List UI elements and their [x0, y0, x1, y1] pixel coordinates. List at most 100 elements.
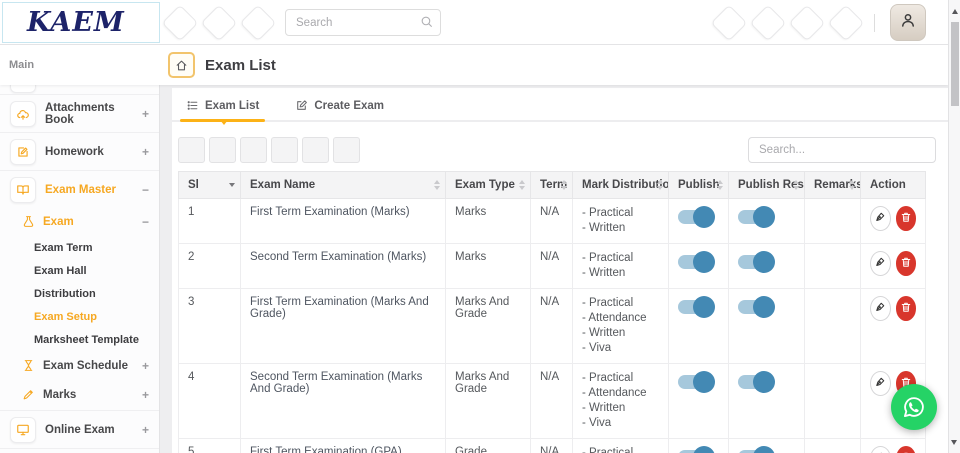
column-header-term[interactable]: Term — [531, 172, 573, 199]
cell-remarks — [805, 439, 861, 453]
cell-action — [861, 199, 926, 244]
sidebar-item-exam[interactable]: Exam− — [0, 207, 159, 236]
cell-mark-distribution: - Practical- Attendance- Written- Viva — [573, 364, 669, 439]
publish-result-toggle[interactable] — [738, 210, 771, 224]
delete-button[interactable] — [896, 446, 917, 453]
cell-term: N/A — [531, 439, 573, 453]
sidebar-item-exam-term[interactable]: Exam Term — [0, 236, 159, 259]
publish-result-toggle[interactable] — [738, 255, 771, 269]
delete-button[interactable] — [896, 296, 917, 321]
home-button[interactable] — [168, 52, 195, 78]
sidebar-item-label: Marksheet Template — [34, 334, 139, 346]
sidebar-item-exam-schedule[interactable]: Exam Schedule+ — [0, 351, 159, 380]
table-search-input[interactable] — [748, 137, 936, 163]
publish-result-toggle[interactable] — [738, 375, 771, 389]
column-header-exam-type[interactable]: Exam Type — [446, 172, 531, 199]
publish-toggle[interactable] — [678, 210, 711, 224]
cell-exam-name: Second Term Examination (Marks) — [241, 244, 446, 289]
mark-distribution-line: - Practical — [582, 206, 659, 221]
scrollbar-up-arrow[interactable] — [952, 6, 958, 14]
scrollbar-down-arrow[interactable] — [951, 440, 957, 448]
print-button[interactable] — [302, 137, 329, 163]
flag-icon-button[interactable] — [789, 4, 826, 41]
globe-icon-button[interactable] — [711, 4, 748, 41]
menu-icon-button[interactable] — [162, 4, 199, 41]
column-visibility-button[interactable] — [333, 137, 360, 163]
export-excel-button[interactable] — [209, 137, 236, 163]
cell-term: N/A — [531, 364, 573, 439]
sidebar-item-attachments-book[interactable]: Attachments Book+ — [0, 96, 159, 131]
sort-icon — [434, 180, 440, 190]
expander-icon: + — [142, 423, 149, 437]
tab-label: Exam List — [205, 100, 259, 112]
delete-button[interactable] — [896, 206, 917, 231]
header-search-input[interactable] — [285, 9, 441, 36]
sidebar-item-homework[interactable]: Homework+ — [0, 134, 159, 169]
tab-create-exam[interactable]: Create Exam — [295, 91, 384, 120]
book-icon — [10, 177, 36, 203]
column-header-remarks[interactable]: Remarks — [805, 172, 861, 199]
publish-toggle[interactable] — [678, 300, 711, 314]
apps-grid-icon-button[interactable] — [240, 4, 277, 41]
edit-button[interactable] — [870, 251, 891, 276]
sidebar-item-distribution[interactable]: Distribution — [0, 282, 159, 305]
delete-button[interactable] — [896, 251, 917, 276]
sidebar-item-label: Marks — [43, 389, 76, 401]
user-menu-button[interactable] — [890, 4, 926, 41]
whatsapp-fab-button[interactable] — [891, 384, 937, 430]
sidebar-item-label: Exam Setup — [34, 311, 97, 323]
cell-term: N/A — [531, 199, 573, 244]
column-label: Exam Type — [455, 179, 515, 191]
edit-button[interactable] — [870, 296, 891, 321]
search-icon — [420, 15, 433, 28]
column-label: Exam Name — [250, 179, 315, 191]
scrollbar-thumb[interactable] — [951, 22, 959, 106]
export-csv-button[interactable] — [240, 137, 267, 163]
table-row: 5First Term Examination (GPA)Grade (GPA)… — [179, 439, 926, 453]
column-header-exam-name[interactable]: Exam Name — [241, 172, 446, 199]
cell-mark-distribution: - Practical- Written — [573, 199, 669, 244]
fullscreen-icon-button[interactable] — [201, 4, 238, 41]
sidebar-item-online-exam[interactable]: Online Exam+ — [0, 412, 159, 447]
cell-action — [861, 439, 926, 453]
sidebar-item-exam-hall[interactable]: Exam Hall — [0, 259, 159, 282]
sidebar-item-label: Exam Hall — [34, 265, 87, 277]
trash-icon — [900, 256, 912, 271]
calendar-icon-button[interactable] — [750, 4, 787, 41]
cell-exam-type: Marks And Grade — [446, 364, 531, 439]
publish-toggle[interactable] — [678, 375, 711, 389]
sidebar-item-exam-setup[interactable]: Exam Setup — [0, 305, 159, 328]
sidebar-item-marks[interactable]: Marks+ — [0, 380, 159, 409]
copy-button[interactable] — [178, 137, 205, 163]
sidebar-divider — [0, 94, 159, 95]
sidebar-item-exam-master[interactable]: Exam Master− — [0, 172, 159, 207]
column-header-publish-result[interactable]: Publish Result — [729, 172, 805, 199]
sort-icon — [849, 180, 855, 190]
column-header-action: Action — [861, 172, 926, 199]
bell-icon-button[interactable] — [828, 4, 865, 41]
column-header-mark-distribution[interactable]: Mark Distribution — [573, 172, 669, 199]
sidebar: Attachments Book+Homework+Exam Master−Ex… — [0, 85, 160, 453]
cell-term: N/A — [531, 289, 573, 364]
exam-table: Sl Exam Name Exam Type TermMark Distributio… — [178, 171, 926, 453]
pen-nib-icon — [874, 211, 886, 226]
publish-toggle[interactable] — [678, 255, 711, 269]
edit-button[interactable] — [870, 446, 891, 453]
tab-exam-list[interactable]: Exam List — [186, 91, 259, 120]
user-icon — [899, 11, 917, 34]
publish-result-toggle[interactable] — [738, 300, 771, 314]
column-header-publish[interactable]: Publish — [669, 172, 729, 199]
export-pdf-button[interactable] — [271, 137, 298, 163]
header-search — [285, 9, 441, 36]
column-label: Publish — [678, 179, 720, 191]
header-divider — [874, 14, 875, 32]
sidebar-item-label: Exam Schedule — [43, 360, 128, 372]
sidebar-item-marksheet-template[interactable]: Marksheet Template — [0, 328, 159, 351]
cell-publish-result — [729, 244, 805, 289]
brand-logo[interactable]: KAEM — [2, 2, 160, 43]
column-header-sl[interactable]: Sl — [179, 172, 241, 199]
cell-sl: 5 — [179, 439, 241, 453]
edit-button[interactable] — [870, 371, 891, 396]
mark-distribution-line: - Written — [582, 401, 659, 416]
edit-button[interactable] — [870, 206, 891, 231]
